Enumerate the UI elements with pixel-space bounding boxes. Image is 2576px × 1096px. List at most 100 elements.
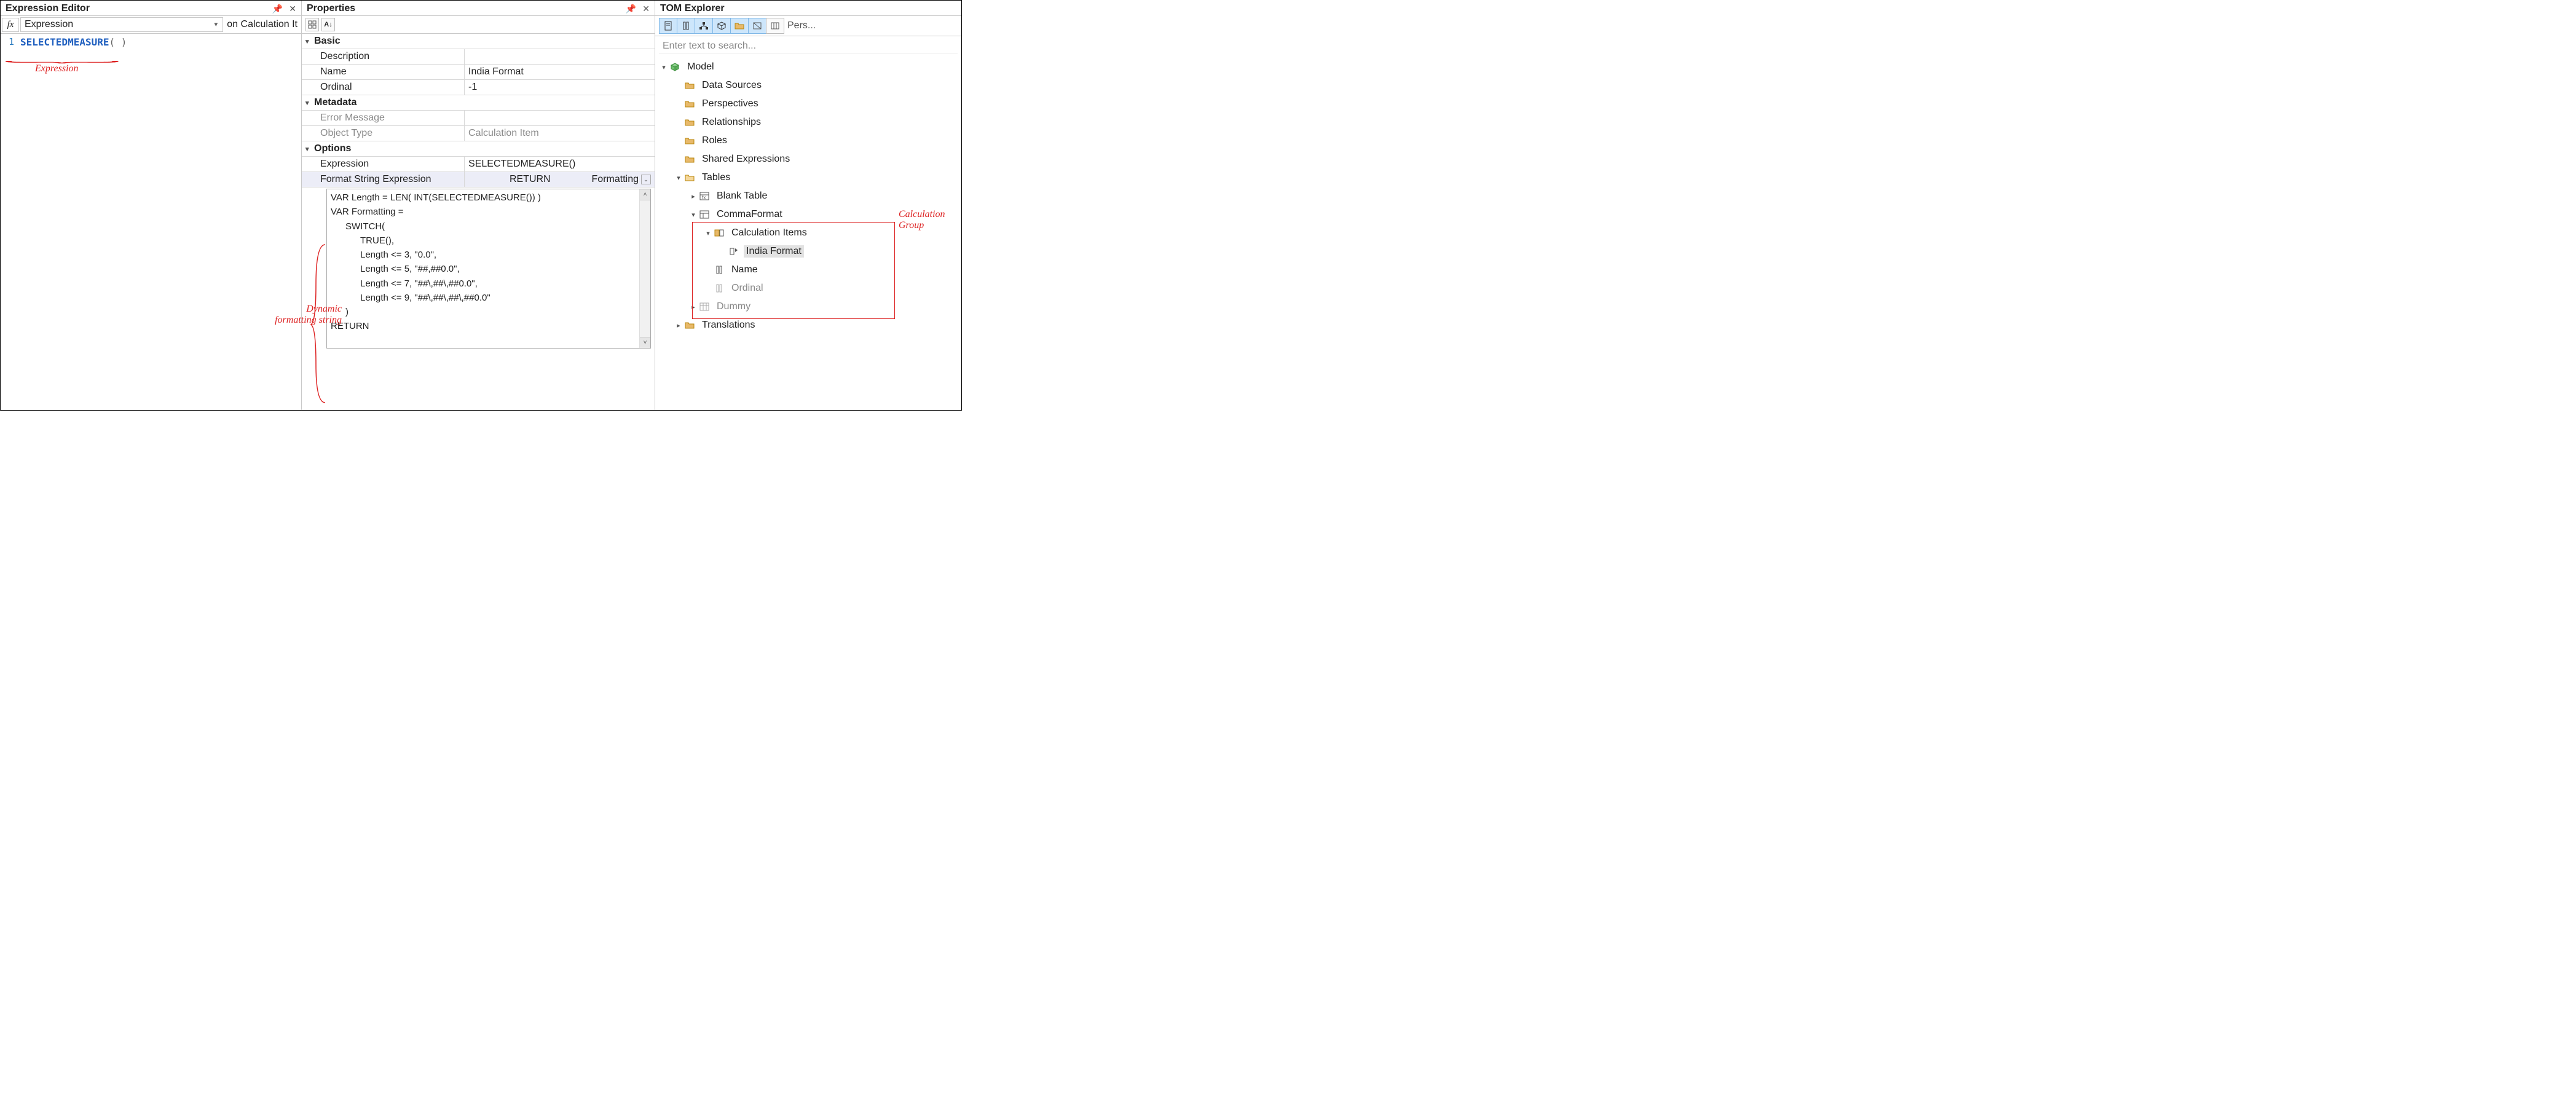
toolbar-hidden-icon[interactable] (748, 18, 766, 34)
fse-code-line: Length <= 7, "##\,##\,##0.0", (331, 277, 647, 291)
close-icon[interactable]: ✕ (289, 4, 296, 14)
cube-icon (669, 62, 681, 72)
tree-node-data-sources[interactable]: Data Sources (659, 76, 961, 95)
section-options[interactable]: ▾Options (302, 141, 655, 157)
fse-code-line: SWITCH( (331, 219, 647, 234)
expression-context-label: on Calculation It (223, 17, 301, 33)
fse-code-line: Length <= 5, "##,##0.0", (331, 262, 647, 276)
tree-node-perspectives[interactable]: Perspectives (659, 95, 961, 113)
scrollbar[interactable]: ˄ ˅ (639, 189, 650, 348)
tom-tree: ▾Model Data Sources Perspectives Relatio… (655, 57, 961, 338)
toolbar-partitions-icon[interactable] (766, 18, 784, 34)
tree-node-ordinal-column[interactable]: Ordinal (659, 279, 961, 298)
prop-row-error-message: Error Message (302, 111, 655, 126)
chevron-down-icon: ▾ (305, 145, 314, 153)
folder-open-icon (683, 174, 696, 182)
tree-node-dummy[interactable]: ▸Dummy (659, 298, 961, 316)
fse-code-line: Length <= 9, "##\,##\,##\,##0.0" (331, 291, 647, 305)
svg-text:fx: fx (702, 195, 706, 200)
annotation-expression: Expression (35, 63, 79, 74)
expression-editor-header: Expression Editor 📌 ✕ (1, 1, 301, 16)
fx-button[interactable]: fx (2, 18, 19, 32)
close-icon[interactable]: ✕ (642, 4, 650, 14)
expression-type-dropdown[interactable]: Expression ▼ (20, 17, 223, 32)
chevron-down-icon: ▾ (688, 211, 698, 219)
property-grid: ▾Basic Description NameIndia Format Ordi… (302, 34, 655, 351)
chevron-down-icon: ▾ (659, 63, 669, 71)
section-metadata[interactable]: ▾Metadata (302, 95, 655, 111)
fse-code-line: RETURN (331, 319, 647, 333)
tom-search-input[interactable]: Enter text to search... (659, 39, 958, 54)
format-string-editor[interactable]: VAR Length = LEN( INT(SELECTEDMEASURE())… (326, 189, 651, 349)
fse-code-line: Length <= 3, "0.0", (331, 248, 647, 262)
tree-node-india-format[interactable]: India Format (659, 242, 961, 261)
app-root: Expression Editor 📌 ✕ fx Expression ▼ on… (0, 0, 962, 411)
calc-item-icon (728, 247, 740, 256)
annotation-brace: ︸ (2, 58, 101, 72)
fse-code-line: VAR Formatting = (331, 205, 647, 219)
properties-title: Properties (307, 3, 355, 14)
expression-editor-title: Expression Editor (6, 3, 90, 14)
table-fx-icon: fx (698, 192, 711, 200)
properties-header: Properties 📌 ✕ (302, 1, 655, 16)
tom-explorer-title: TOM Explorer (660, 3, 725, 14)
fse-code-line: ) (331, 305, 647, 319)
chevron-right-icon: ▸ (674, 321, 683, 329)
folder-icon (683, 119, 696, 127)
chevron-down-icon: ▾ (674, 174, 683, 182)
alphabetical-icon[interactable]: A↓ (321, 18, 335, 31)
tree-node-calculation-items[interactable]: ▾Calculation Items (659, 224, 961, 242)
pin-icon[interactable]: 📌 (272, 4, 283, 14)
tree-node-roles[interactable]: Roles (659, 132, 961, 150)
tree-node-relationships[interactable]: Relationships (659, 113, 961, 132)
section-basic[interactable]: ▾Basic (302, 34, 655, 49)
chevron-down-icon: ▼ (213, 22, 219, 28)
tree-node-comma-format[interactable]: ▾CommaFormat (659, 205, 961, 224)
toolbar-folders-icon[interactable] (730, 18, 749, 34)
tree-node-shared-expressions[interactable]: Shared Expressions (659, 150, 961, 168)
code-editor[interactable]: 1 SELECTEDMEASURE( ) ︸ Expression (1, 34, 301, 410)
properties-toolbar: A↓ (302, 16, 655, 34)
tree-node-name-column[interactable]: Name (659, 261, 961, 279)
prop-row-ordinal[interactable]: Ordinal-1 (302, 80, 655, 95)
fse-right-label: Formatting (592, 174, 639, 185)
code-token-function: SELECTEDMEASURE (20, 36, 109, 48)
prop-row-expression[interactable]: ExpressionSELECTEDMEASURE() (302, 157, 655, 172)
properties-pane: Properties 📌 ✕ A↓ ▾Basic Description Nam… (302, 1, 655, 410)
categorized-icon[interactable] (305, 18, 319, 31)
chevron-right-icon: ▸ (688, 303, 698, 311)
chevron-down-icon: ▾ (703, 229, 713, 237)
chevron-down-icon[interactable]: ⌄ (641, 175, 651, 184)
fse-code-line: VAR Length = LEN( INT(SELECTEDMEASURE())… (331, 191, 647, 205)
folder-icon (683, 156, 696, 164)
pin-icon[interactable]: 📌 (626, 4, 636, 14)
expression-type-label: Expression (25, 19, 73, 30)
expression-editor-pane: Expression Editor 📌 ✕ fx Expression ▼ on… (1, 1, 302, 410)
toolbar-perspectives-label[interactable]: Pers... (784, 20, 819, 31)
scroll-down-icon[interactable]: ˅ (640, 337, 650, 348)
folder-icon (683, 82, 696, 90)
toolbar-hierarchies-icon[interactable] (695, 18, 713, 34)
tom-explorer-pane: TOM Explorer Pers... Enter text to searc… (655, 1, 961, 410)
table-icon (698, 302, 711, 311)
column-icon (713, 284, 725, 293)
folder-icon (683, 321, 696, 329)
prop-row-format-string-expression[interactable]: Format String Expression RETURN Formatti… (302, 172, 655, 187)
tree-node-tables[interactable]: ▾Tables (659, 168, 961, 187)
scroll-up-icon[interactable]: ˄ (640, 189, 650, 200)
toolbar-measures-icon[interactable] (659, 18, 677, 34)
fse-code-line: TRUE(), (331, 234, 647, 248)
toolbar-cube-icon[interactable] (712, 18, 731, 34)
calc-items-icon (713, 229, 725, 237)
chevron-right-icon: ▸ (688, 192, 698, 200)
folder-icon (683, 100, 696, 108)
tree-node-model[interactable]: ▾Model (659, 58, 961, 76)
tree-node-blank-table[interactable]: ▸fxBlank Table (659, 187, 961, 205)
toolbar-columns-icon[interactable] (677, 18, 695, 34)
prop-row-name[interactable]: NameIndia Format (302, 65, 655, 80)
column-icon (713, 266, 725, 274)
prop-row-description[interactable]: Description (302, 49, 655, 65)
calc-group-icon (698, 210, 711, 219)
prop-row-object-type: Object TypeCalculation Item (302, 126, 655, 141)
tree-node-translations[interactable]: ▸Translations (659, 316, 961, 334)
